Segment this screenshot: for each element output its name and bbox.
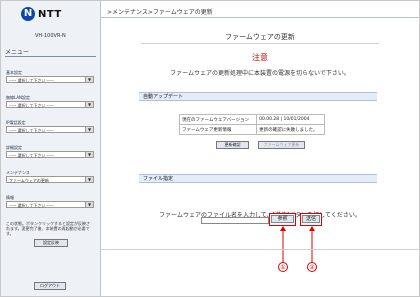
chevron-down-icon: ▼ <box>85 77 93 82</box>
maintenance-select[interactable]: ファームウェアの更新 ▼ <box>6 176 94 183</box>
chevron-down-icon: ▼ <box>85 152 93 157</box>
apply-note: この状態。ボタンクリックすると設定が反映されます。変更完了後、本装置の再起動が必… <box>6 221 90 236</box>
select-value: ファームウェアの更新 <box>9 178 49 183</box>
brand-logo: N NTT <box>21 7 62 21</box>
brand-name: NTT <box>38 8 62 20</box>
chevron-down-icon: ▼ <box>85 202 93 207</box>
chevron-down-icon: ▼ <box>85 127 93 132</box>
chevron-down-icon: ▼ <box>85 177 93 182</box>
chevron-down-icon: ▼ <box>85 102 93 107</box>
callout-1: ① <box>278 262 288 272</box>
app-window: N NTT VH-100VR-N メニュー 基本設定 ----- 選択して下さい… <box>0 0 420 297</box>
select-value: ----- 選択して下さい ----- <box>9 153 54 158</box>
sidebar: N NTT VH-100VR-N メニュー 基本設定 ----- 選択して下さい… <box>1 1 101 296</box>
menu-divider <box>5 56 96 57</box>
ip-phone-select[interactable]: ----- 選択して下さい ----- ▼ <box>6 126 94 133</box>
bottom-divider <box>101 249 419 250</box>
select-value: ----- 選択して下さい ----- <box>9 203 54 208</box>
info-select[interactable]: ----- 選択して下さい ----- ▼ <box>6 201 94 208</box>
advanced-settings-select[interactable]: ----- 選択して下さい ----- ▼ <box>6 151 94 158</box>
wireless-lan-select[interactable]: ----- 選択して下さい ----- ▼ <box>6 101 94 108</box>
device-model: VH-100VR-N <box>35 33 66 39</box>
select-value: ----- 選択して下さい ----- <box>9 103 54 108</box>
callout-lines <box>280 226 315 262</box>
ntt-logo-icon: N <box>21 7 35 21</box>
apply-settings-button[interactable]: 設定反映 <box>34 239 68 247</box>
select-value: ----- 選択して下さい ----- <box>9 128 54 133</box>
basic-settings-select[interactable]: ----- 選択して下さい ----- ▼ <box>6 76 94 83</box>
menu-title: メニュー <box>5 49 30 56</box>
callout-2: ② <box>307 262 317 272</box>
main-content: >メンテナンス>ファームウェアの更新 ファームウェアの更新 注意 ファームウェア… <box>101 1 419 296</box>
logout-button[interactable]: ログアウト <box>34 282 66 290</box>
select-value: ----- 選択して下さい ----- <box>9 78 54 83</box>
